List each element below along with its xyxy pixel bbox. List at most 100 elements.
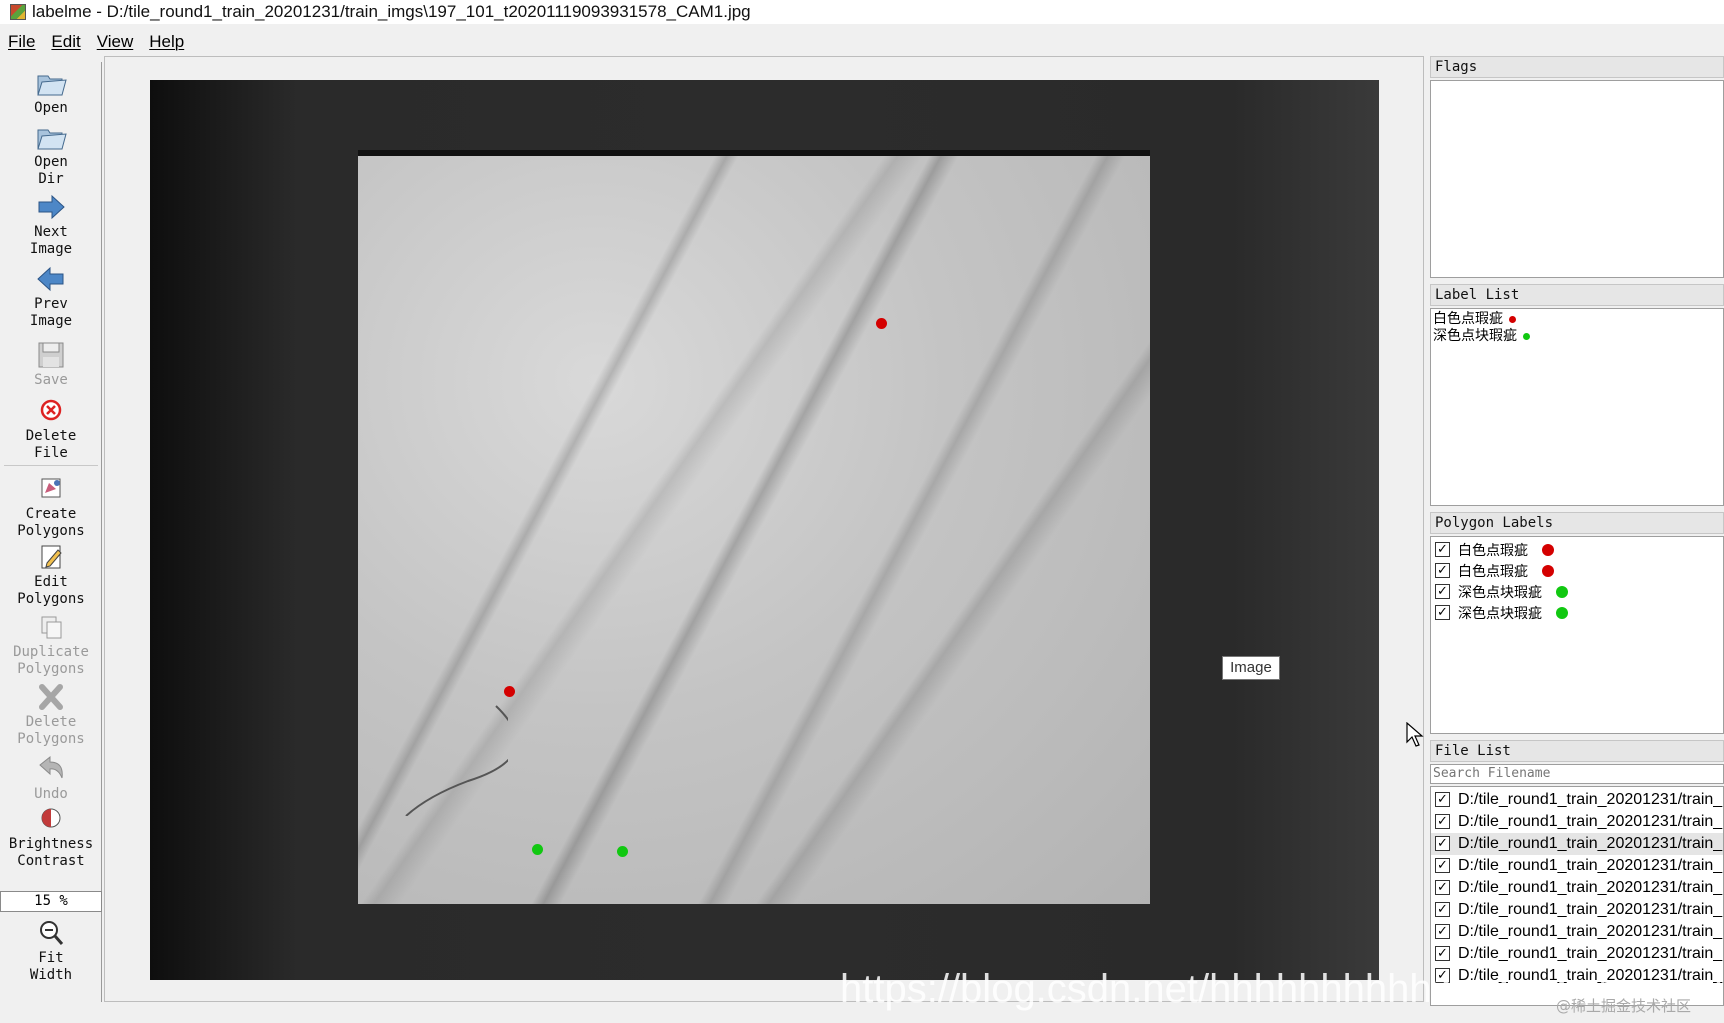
file-checkbox[interactable]: ✓ bbox=[1435, 814, 1450, 829]
image-canvas[interactable]: Image bbox=[104, 56, 1424, 1002]
file-row[interactable]: ✓ D:/tile_round1_train_20201231/train_ bbox=[1431, 899, 1723, 921]
watermark-credit: @稀土掘金技术社区 bbox=[1556, 997, 1692, 1015]
delete-x-icon bbox=[39, 684, 63, 710]
file-checkbox[interactable]: ✓ bbox=[1435, 902, 1450, 917]
tile-surface bbox=[358, 150, 1150, 904]
window-title: labelme - D:/tile_round1_train_20201231/… bbox=[32, 2, 751, 21]
file-path: D:/tile_round1_train_20201231/train_ bbox=[1458, 922, 1723, 940]
file-row[interactable]: ✓ D:/tile_round1_train_20201231/train_ bbox=[1431, 789, 1723, 811]
file-path: D:/tile_round1_train_20201231/train_ bbox=[1458, 856, 1723, 874]
annotation-point-red[interactable] bbox=[876, 318, 887, 329]
file-checkbox[interactable]: ✓ bbox=[1435, 880, 1450, 895]
polygon-labels-title: Polygon Labels bbox=[1430, 512, 1724, 534]
open-button[interactable]: Open bbox=[0, 68, 102, 117]
menu-bar: File Edit View Help bbox=[0, 28, 1724, 56]
annotation-point-red[interactable] bbox=[504, 686, 515, 697]
polygon-color-dot bbox=[1556, 606, 1568, 619]
polygon-label: 白色点瑕疵 bbox=[1458, 563, 1528, 580]
polygon-checkbox[interactable]: ✓ bbox=[1435, 542, 1450, 557]
polygon-label: 白色点瑕疵 bbox=[1458, 542, 1528, 559]
fit-label-1: Fit bbox=[38, 950, 64, 966]
polygon-label: 深色点块瑕疵 bbox=[1458, 584, 1542, 601]
delete-polygons-button[interactable]: Delete Polygons bbox=[0, 682, 102, 748]
file-checkbox[interactable]: ✓ bbox=[1435, 858, 1450, 873]
file-row[interactable]: ✓ D:/tile_round1_train_20201231/train_ bbox=[1431, 811, 1723, 833]
file-row[interactable]: ✓ D:/tile_round1_train_20201231/train_ bbox=[1431, 921, 1723, 943]
canvas-tooltip: Image bbox=[1222, 656, 1280, 680]
label-color-dot bbox=[1509, 316, 1516, 323]
file-checkbox[interactable]: ✓ bbox=[1435, 946, 1450, 961]
search-filename-input[interactable] bbox=[1430, 763, 1724, 784]
polygon-row[interactable]: ✓ 白色点瑕疵 bbox=[1431, 539, 1723, 560]
polygon-labels-list[interactable]: ✓ 白色点瑕疵 ✓ 白色点瑕疵 ✓ 深色点块瑕疵 ✓ 深色点块瑕疵 bbox=[1430, 536, 1724, 734]
annotation-point-green[interactable] bbox=[532, 844, 543, 855]
open-label: Open bbox=[34, 100, 68, 116]
file-row-selected[interactable]: ✓ D:/tile_round1_train_20201231/train_ bbox=[1431, 832, 1723, 855]
file-path: D:/tile_round1_train_20201231/train_ bbox=[1458, 812, 1723, 830]
zoom-level-field[interactable]: 15 % bbox=[0, 891, 102, 912]
label-list[interactable]: 白色点瑕疵 深色点块瑕疵 bbox=[1430, 308, 1724, 506]
left-toolbar: Open Open Dir Next Image Prev Image Save… bbox=[0, 62, 102, 1002]
file-row[interactable]: ✓ D:/tile_round1_train_20201231/train_ bbox=[1431, 877, 1723, 899]
file-checkbox[interactable]: ✓ bbox=[1435, 792, 1450, 807]
polygon-checkbox[interactable]: ✓ bbox=[1435, 563, 1450, 578]
create-label-2: Polygons bbox=[17, 523, 85, 539]
polygon-row[interactable]: ✓ 白色点瑕疵 bbox=[1431, 560, 1723, 581]
duplicate-polygons-button[interactable]: Duplicate Polygons bbox=[0, 612, 102, 678]
label-list-title: Label List bbox=[1430, 284, 1724, 306]
open-dir-button[interactable]: Open Dir bbox=[0, 122, 102, 188]
file-row[interactable]: ✓ D:/tile_round1_train_20201231/train_ bbox=[1431, 855, 1723, 877]
delete-file-button[interactable]: Delete File bbox=[0, 396, 102, 462]
undo-button[interactable]: Undo bbox=[0, 754, 102, 803]
brightness-contrast-button[interactable]: Brightness Contrast bbox=[0, 804, 102, 870]
polygon-label: 深色点块瑕疵 bbox=[1458, 605, 1542, 622]
open-dir-label-1: Open bbox=[34, 154, 68, 170]
create-polygon-icon bbox=[41, 478, 61, 498]
polygon-row[interactable]: ✓ 深色点块瑕疵 bbox=[1431, 602, 1723, 623]
list-item[interactable]: 白色点瑕疵 bbox=[1431, 311, 1723, 328]
undo-label: Undo bbox=[34, 786, 68, 802]
file-path: D:/tile_round1_train_20201231/train_ bbox=[1458, 944, 1723, 962]
labelme-app-icon bbox=[10, 4, 26, 20]
label-color-dot bbox=[1523, 333, 1530, 340]
save-button[interactable]: Save bbox=[0, 340, 102, 389]
create-label-1: Create bbox=[25, 506, 77, 522]
delete-file-label-2: File bbox=[34, 445, 68, 461]
menu-edit[interactable]: Edit bbox=[43, 32, 88, 52]
list-item[interactable]: 深色点块瑕疵 bbox=[1431, 328, 1723, 345]
edit-polygons-button[interactable]: Edit Polygons bbox=[0, 542, 102, 608]
save-label: Save bbox=[34, 372, 68, 388]
flags-list[interactable] bbox=[1430, 80, 1724, 278]
polygon-checkbox[interactable]: ✓ bbox=[1435, 584, 1450, 599]
delete-file-label-1: Delete bbox=[25, 428, 77, 444]
annotation-point-green[interactable] bbox=[617, 846, 628, 857]
file-checkbox[interactable]: ✓ bbox=[1435, 836, 1450, 851]
file-path: D:/tile_round1_train_20201231/train_ bbox=[1458, 834, 1723, 852]
prev-image-button[interactable]: Prev Image bbox=[0, 264, 102, 330]
next-image-button[interactable]: Next Image bbox=[0, 192, 102, 258]
file-path: D:/tile_round1_train_20201231/train_ bbox=[1458, 878, 1723, 896]
polygon-checkbox[interactable]: ✓ bbox=[1435, 605, 1450, 620]
menu-file[interactable]: File bbox=[0, 32, 43, 52]
label-name: 深色点块瑕疵 bbox=[1433, 328, 1517, 344]
edit-label-2: Polygons bbox=[17, 591, 85, 607]
create-polygons-button[interactable]: Create Polygons bbox=[0, 474, 102, 540]
polygon-row[interactable]: ✓ 深色点块瑕疵 bbox=[1431, 581, 1723, 602]
delete-circle-icon bbox=[40, 399, 62, 421]
menu-view[interactable]: View bbox=[89, 32, 142, 52]
arrow-right-icon bbox=[38, 194, 65, 220]
brightness-label-1: Brightness bbox=[8, 836, 94, 852]
label-name: 白色点瑕疵 bbox=[1433, 311, 1503, 327]
title-bar: labelme - D:/tile_round1_train_20201231/… bbox=[0, 0, 1724, 24]
delete-polygons-label-1: Delete bbox=[25, 714, 77, 730]
brightness-contrast-icon bbox=[41, 808, 61, 828]
file-row[interactable]: ✓ D:/tile_round1_train_20201231/train_ bbox=[1431, 943, 1723, 965]
duplicate-label-2: Polygons bbox=[17, 661, 85, 677]
menu-help[interactable]: Help bbox=[141, 32, 192, 52]
zoom-fit-icon bbox=[40, 921, 64, 945]
fit-width-button[interactable]: Fit Width bbox=[0, 918, 102, 984]
folder-open-icon bbox=[37, 75, 67, 96]
fit-label-2: Width bbox=[29, 967, 73, 983]
crack-mark bbox=[405, 705, 508, 816]
file-checkbox[interactable]: ✓ bbox=[1435, 924, 1450, 939]
